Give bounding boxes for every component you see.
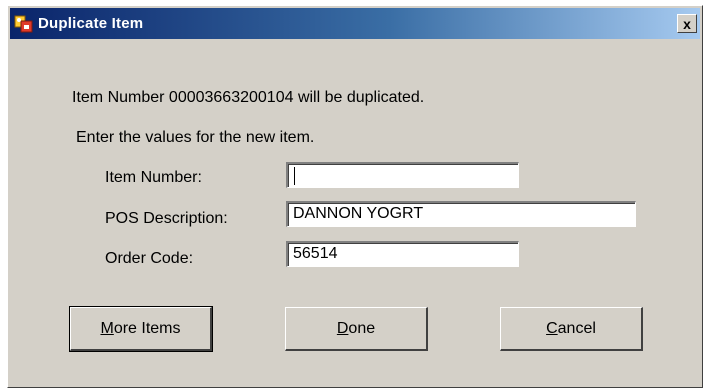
- title-bar[interactable]: Duplicate Item x: [10, 8, 700, 39]
- pos-description-label: POS Description:: [105, 210, 228, 227]
- cancel-button[interactable]: Cancel: [500, 307, 643, 351]
- window-title: Duplicate Item: [38, 15, 144, 32]
- instruction-message: Enter the values for the new item.: [76, 129, 315, 146]
- more-items-button[interactable]: More Items: [69, 306, 213, 352]
- app-icon: [14, 14, 34, 34]
- more-items-accel: M: [100, 319, 114, 337]
- item-number-label: Item Number:: [105, 169, 202, 186]
- text-caret: [294, 167, 295, 185]
- duplicate-message: Item Number 00003663200104 will be dupli…: [72, 89, 425, 106]
- order-code-input[interactable]: 56514: [286, 241, 519, 267]
- done-button[interactable]: Done: [285, 307, 428, 351]
- pos-description-value: DANNON YOGRT: [293, 205, 424, 222]
- more-items-label: ore Items: [113, 319, 181, 337]
- done-accel: D: [336, 319, 349, 337]
- done-label: one: [348, 319, 376, 337]
- item-number-input[interactable]: [286, 162, 519, 188]
- pos-description-input[interactable]: DANNON YOGRT: [286, 201, 636, 227]
- close-button[interactable]: x: [677, 14, 697, 33]
- cancel-accel: C: [546, 319, 558, 337]
- close-icon: x: [683, 15, 691, 32]
- cancel-label: ancel: [557, 319, 596, 337]
- duplicate-item-dialog: Duplicate Item x Item Number 00003663200…: [7, 5, 703, 388]
- order-code-value: 56514: [293, 245, 338, 262]
- order-code-label: Order Code:: [105, 250, 194, 267]
